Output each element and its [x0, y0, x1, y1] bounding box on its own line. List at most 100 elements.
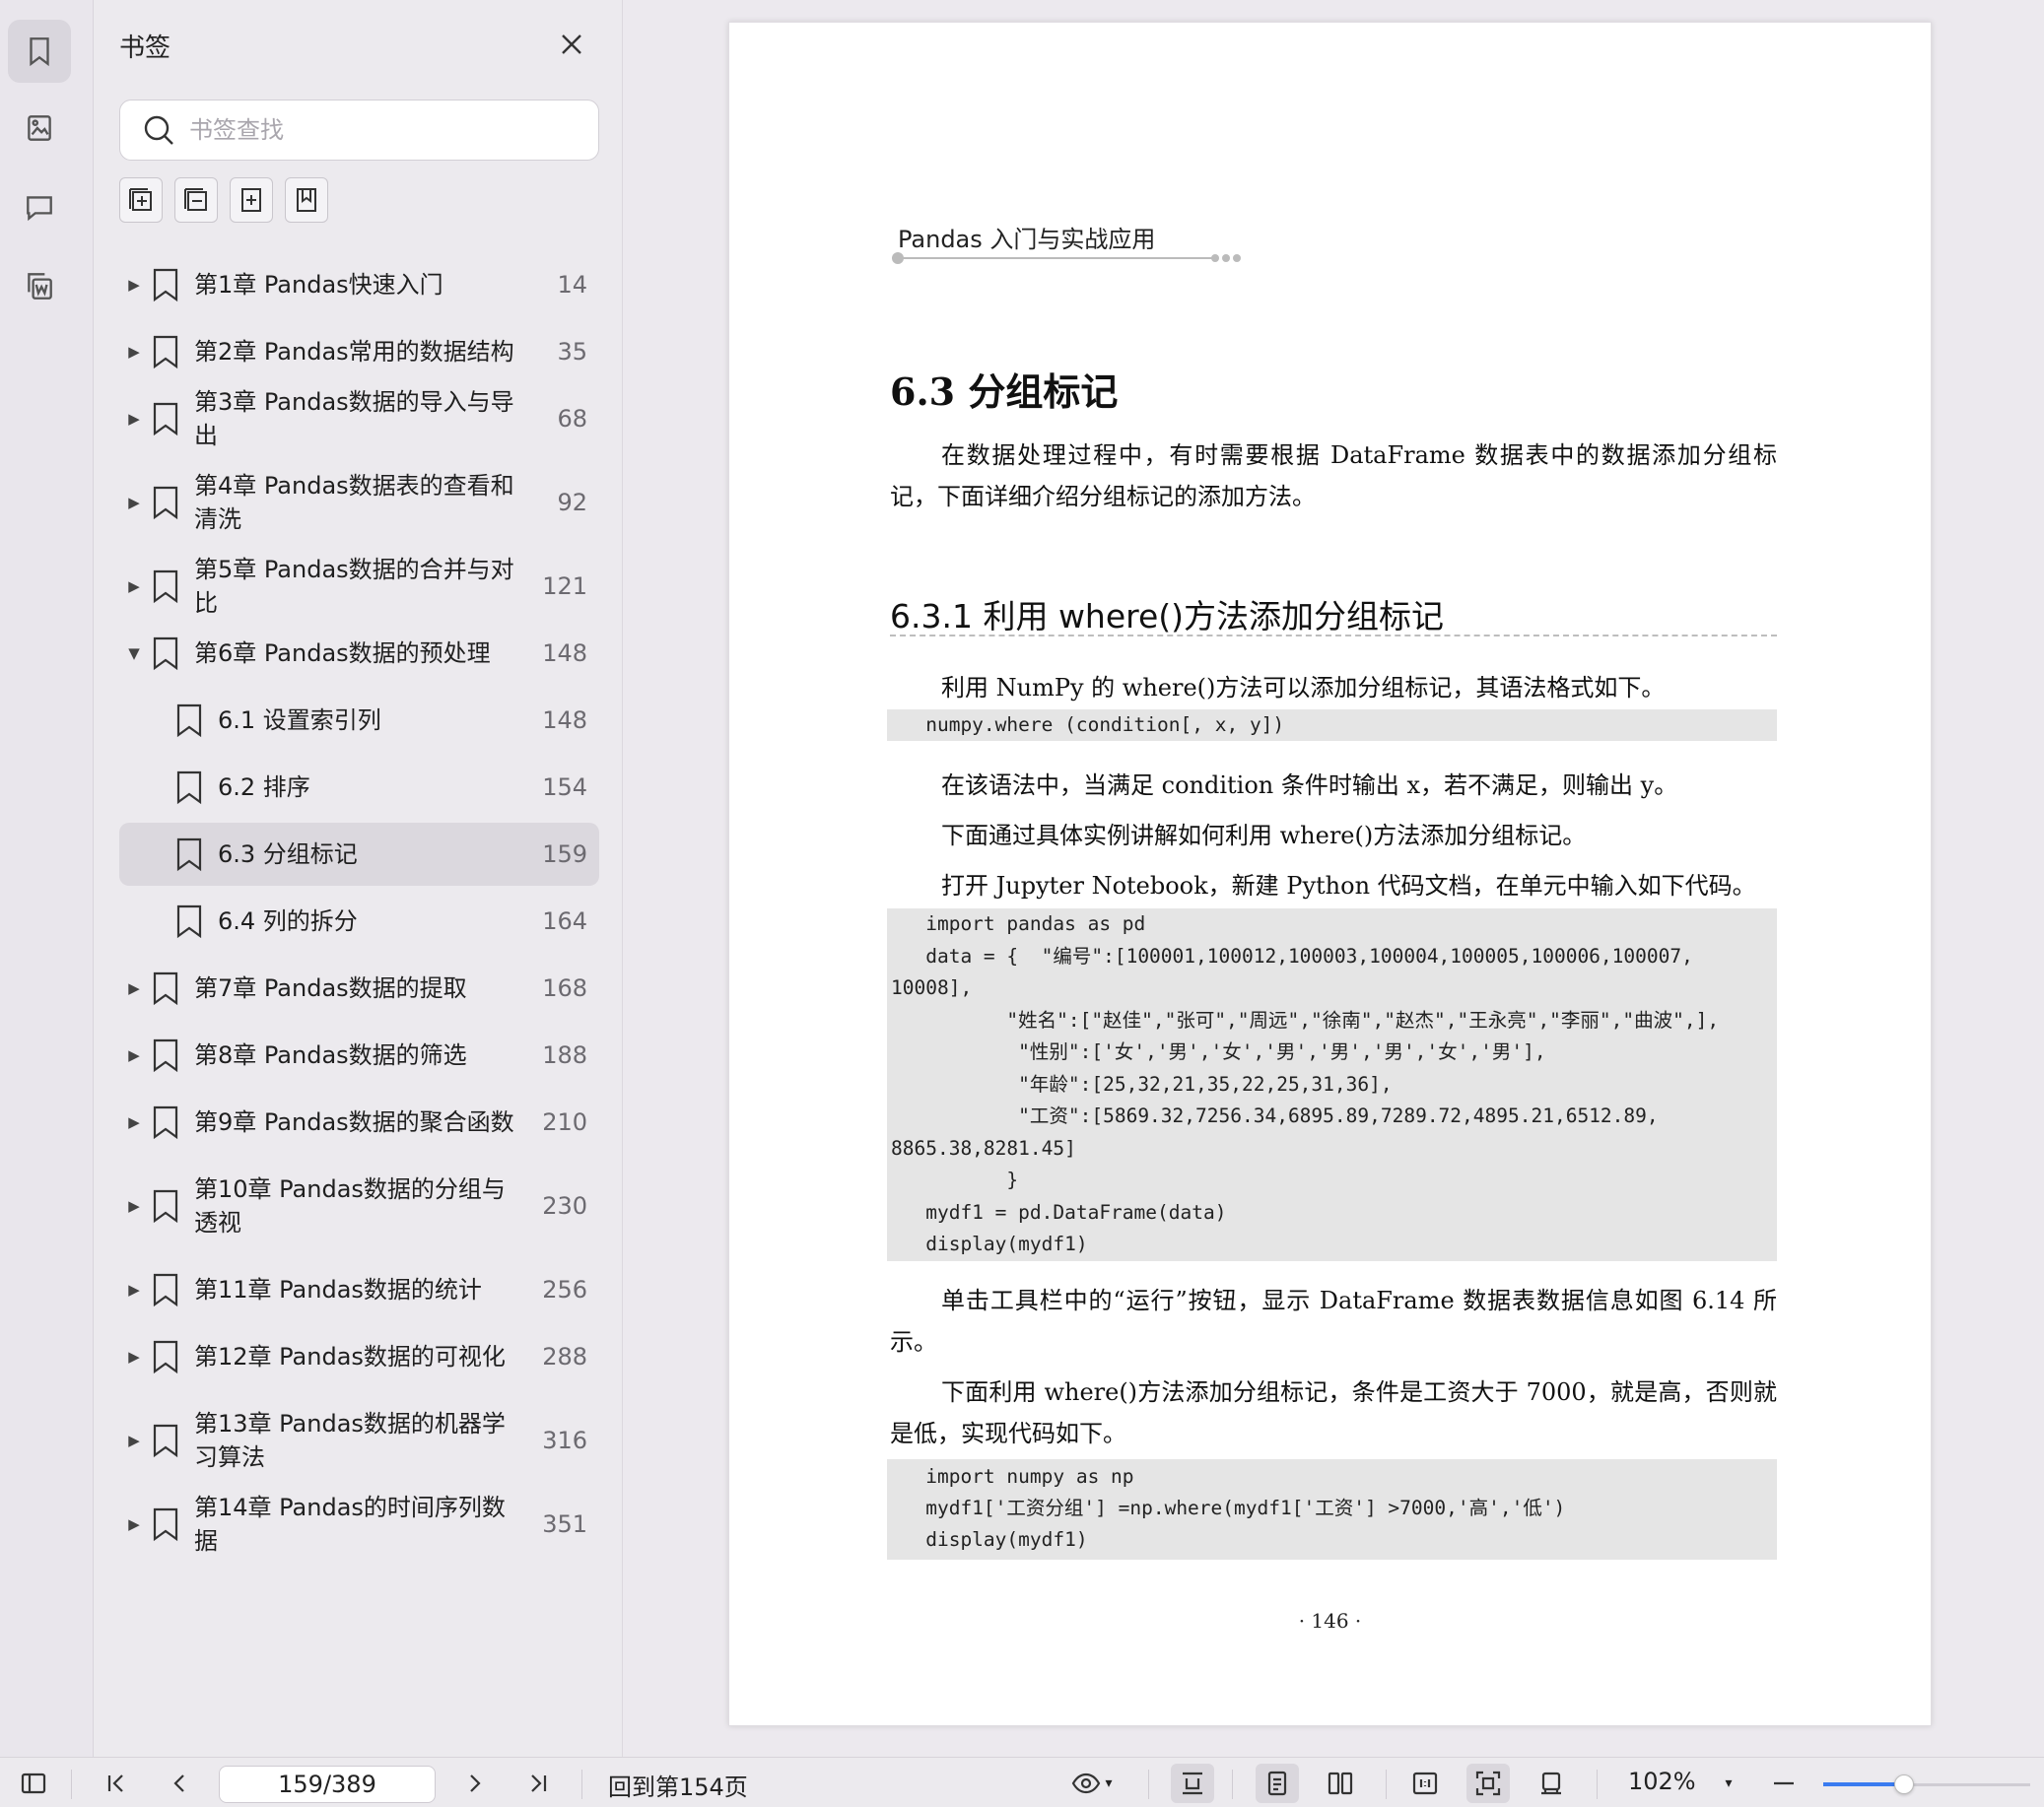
- rotate-page-button[interactable]: [1530, 1764, 1573, 1803]
- go-back-link[interactable]: 回到第154页: [608, 1768, 748, 1802]
- expand-right-arrow-icon[interactable]: ▶: [123, 1281, 145, 1299]
- bookmark-panel-icon[interactable]: [8, 20, 71, 83]
- expand-down-arrow-icon[interactable]: ▼: [123, 644, 145, 662]
- toolbar-divider: [581, 1770, 582, 1799]
- expand-right-arrow-icon[interactable]: ▶: [123, 1348, 145, 1366]
- bookmark-page-number: 256: [542, 1276, 587, 1304]
- expand-right-arrow-icon[interactable]: ▶: [123, 1197, 145, 1215]
- bookmark-label: 第8章 Pandas数据的筛选: [194, 1041, 467, 1069]
- bookmark-label: 第13章 Pandas数据的机器学习算法: [194, 1410, 506, 1471]
- bookmark-item[interactable]: ▶ 第12章 Pandas数据的可视化 288: [119, 1323, 599, 1390]
- bookmark-item[interactable]: ▶ 第1章 Pandas快速入门 14: [119, 251, 599, 318]
- word-convert-panel-icon[interactable]: [8, 254, 71, 317]
- running-head-dot: [892, 252, 904, 264]
- expand-all-button[interactable]: [119, 177, 163, 223]
- bookmark-label: 6.1 设置索引列: [218, 706, 381, 734]
- toggle-sidebar-button[interactable]: [14, 1764, 53, 1803]
- expand-right-arrow-icon[interactable]: ▶: [123, 1046, 145, 1064]
- bookmark-item[interactable]: ▶ 第7章 Pandas数据的提取 168: [119, 955, 599, 1022]
- actual-size-button[interactable]: [1403, 1764, 1447, 1803]
- two-page-button[interactable]: [1319, 1764, 1362, 1803]
- bookmark-icon: [151, 485, 180, 520]
- expand-right-arrow-icon[interactable]: ▶: [123, 1113, 145, 1131]
- view-mode-dropdown[interactable]: ▾: [1062, 1764, 1122, 1803]
- previous-page-button[interactable]: [160, 1764, 199, 1803]
- bookmark-item[interactable]: ▶ 第9章 Pandas数据的聚合函数 210: [119, 1089, 599, 1156]
- first-page-icon: [107, 1774, 123, 1792]
- bookmark-label: 第2章 Pandas常用的数据结构: [194, 338, 514, 366]
- first-page-button[interactable]: [97, 1764, 136, 1803]
- toolbar-divider: [71, 1770, 72, 1799]
- bookmark-search-input[interactable]: [189, 116, 564, 144]
- close-icon[interactable]: [557, 30, 586, 59]
- bookmark-item[interactable]: ▶ 第13章 Pandas数据的机器学习算法 316: [119, 1390, 599, 1491]
- expand-right-arrow-icon[interactable]: ▶: [123, 1515, 145, 1533]
- expand-right-arrow-icon[interactable]: ▶: [123, 410, 145, 428]
- bookmark-page-number: 288: [542, 1343, 587, 1371]
- expand-right-arrow-icon[interactable]: ▶: [123, 1432, 145, 1449]
- bookmark-ribbon-icon: [297, 188, 316, 212]
- document-viewport[interactable]: Pandas 入门与实战应用 6.3 分组标记 在数据处理过程中，有时需要根据 …: [624, 0, 2044, 1757]
- collapse-all-icon: [184, 188, 207, 211]
- pdf-page: Pandas 入门与实战应用 6.3 分组标记 在数据处理过程中，有时需要根据 …: [728, 22, 1932, 1726]
- expand-right-arrow-icon[interactable]: ▶: [123, 276, 145, 294]
- bookmark-label: 第4章 Pandas数据表的查看和清洗: [194, 472, 514, 533]
- bookmark-subitem[interactable]: ▶6.3 分组标记159: [119, 823, 599, 886]
- expand-right-arrow-icon[interactable]: ▶: [123, 343, 145, 361]
- next-page-button[interactable]: [455, 1764, 495, 1803]
- zoom-out-button[interactable]: [1764, 1764, 1804, 1803]
- bookmark-page-number: 168: [542, 974, 587, 1002]
- bookmark-subitem[interactable]: ▶6.2 排序154: [119, 754, 599, 821]
- comment-panel-icon[interactable]: [8, 175, 71, 238]
- bookmark-item[interactable]: ▶ 第4章 Pandas数据表的查看和清洗 92: [119, 452, 599, 553]
- bookmark-subitem[interactable]: ▶6.4 列的拆分164: [119, 888, 599, 955]
- bookmark-item[interactable]: ▶ 第10章 Pandas数据的分组与透视 230: [119, 1156, 599, 1256]
- bookmark-icon: [151, 1339, 180, 1374]
- bookmark-subitem[interactable]: ▶6.1 设置索引列148: [119, 687, 599, 754]
- bookmark-icon: [151, 401, 180, 436]
- fit-page-icon: [1475, 1771, 1501, 1796]
- running-head-dot: [1233, 254, 1241, 262]
- single-page-button[interactable]: [1256, 1764, 1299, 1803]
- bookmark-current-button[interactable]: [285, 177, 328, 223]
- zoom-dropdown-button[interactable]: ▾: [1717, 1764, 1740, 1803]
- bookmark-page-number: 148: [542, 706, 587, 734]
- bookmark-icon: [174, 904, 204, 939]
- running-head-rule: [897, 257, 1212, 259]
- toolbar-divider: [1148, 1770, 1149, 1799]
- expand-right-arrow-icon[interactable]: ▶: [123, 494, 145, 511]
- bookmark-item[interactable]: ▼ 第6章 Pandas数据的预处理 148: [119, 620, 599, 687]
- bookmark-page-number: 68: [557, 405, 587, 433]
- bookmark-icon: [174, 837, 204, 872]
- expand-right-arrow-icon[interactable]: ▶: [123, 577, 145, 595]
- bookmark-page-number: 164: [542, 907, 587, 935]
- thumbnail-panel-icon[interactable]: [8, 97, 71, 160]
- last-page-button[interactable]: [518, 1764, 558, 1803]
- left-icon-rail: [0, 0, 94, 1757]
- bookmark-list: ▶ 第1章 Pandas快速入门 14 ▶ 第2章 Pandas常用的数据结构 35 ▶ 第3…: [119, 251, 599, 1558]
- bookmark-page-number: 14: [557, 271, 587, 299]
- running-head-dot: [1222, 254, 1230, 262]
- code-block: import numpy as np mydf1['工资分组'] =np.whe…: [887, 1459, 1777, 1560]
- page-number: · 146 ·: [1298, 1609, 1362, 1633]
- bookmark-icon: [151, 1188, 180, 1224]
- fit-width-button[interactable]: [1171, 1764, 1214, 1803]
- add-bookmark-button[interactable]: [230, 177, 273, 223]
- fit-page-button[interactable]: [1466, 1764, 1510, 1803]
- bookmark-label: 第1章 Pandas快速入门: [194, 271, 443, 299]
- bookmark-label: 第3章 Pandas数据的导入与导出: [194, 388, 514, 449]
- page-number-input[interactable]: 159/389: [219, 1766, 436, 1803]
- bookmark-item[interactable]: ▶ 第5章 Pandas数据的合并与对比 121: [119, 553, 599, 620]
- zoom-level[interactable]: 102%: [1628, 1768, 1696, 1795]
- toolbar-divider: [1597, 1770, 1598, 1799]
- collapse-all-button[interactable]: [174, 177, 218, 223]
- bookmark-item[interactable]: ▶ 第14章 Pandas的时间序列数据 351: [119, 1491, 599, 1558]
- zoom-slider-handle[interactable]: [1893, 1774, 1914, 1794]
- bookmark-item[interactable]: ▶ 第2章 Pandas常用的数据结构 35: [119, 318, 599, 385]
- bookmark-item[interactable]: ▶ 第3章 Pandas数据的导入与导出 68: [119, 385, 599, 452]
- bookmark-search[interactable]: [119, 100, 599, 161]
- bookmark-item[interactable]: ▶ 第11章 Pandas数据的统计 256: [119, 1256, 599, 1323]
- bookmark-page-number: 230: [542, 1192, 587, 1220]
- bookmark-item[interactable]: ▶ 第8章 Pandas数据的筛选 188: [119, 1022, 599, 1089]
- expand-right-arrow-icon[interactable]: ▶: [123, 979, 145, 997]
